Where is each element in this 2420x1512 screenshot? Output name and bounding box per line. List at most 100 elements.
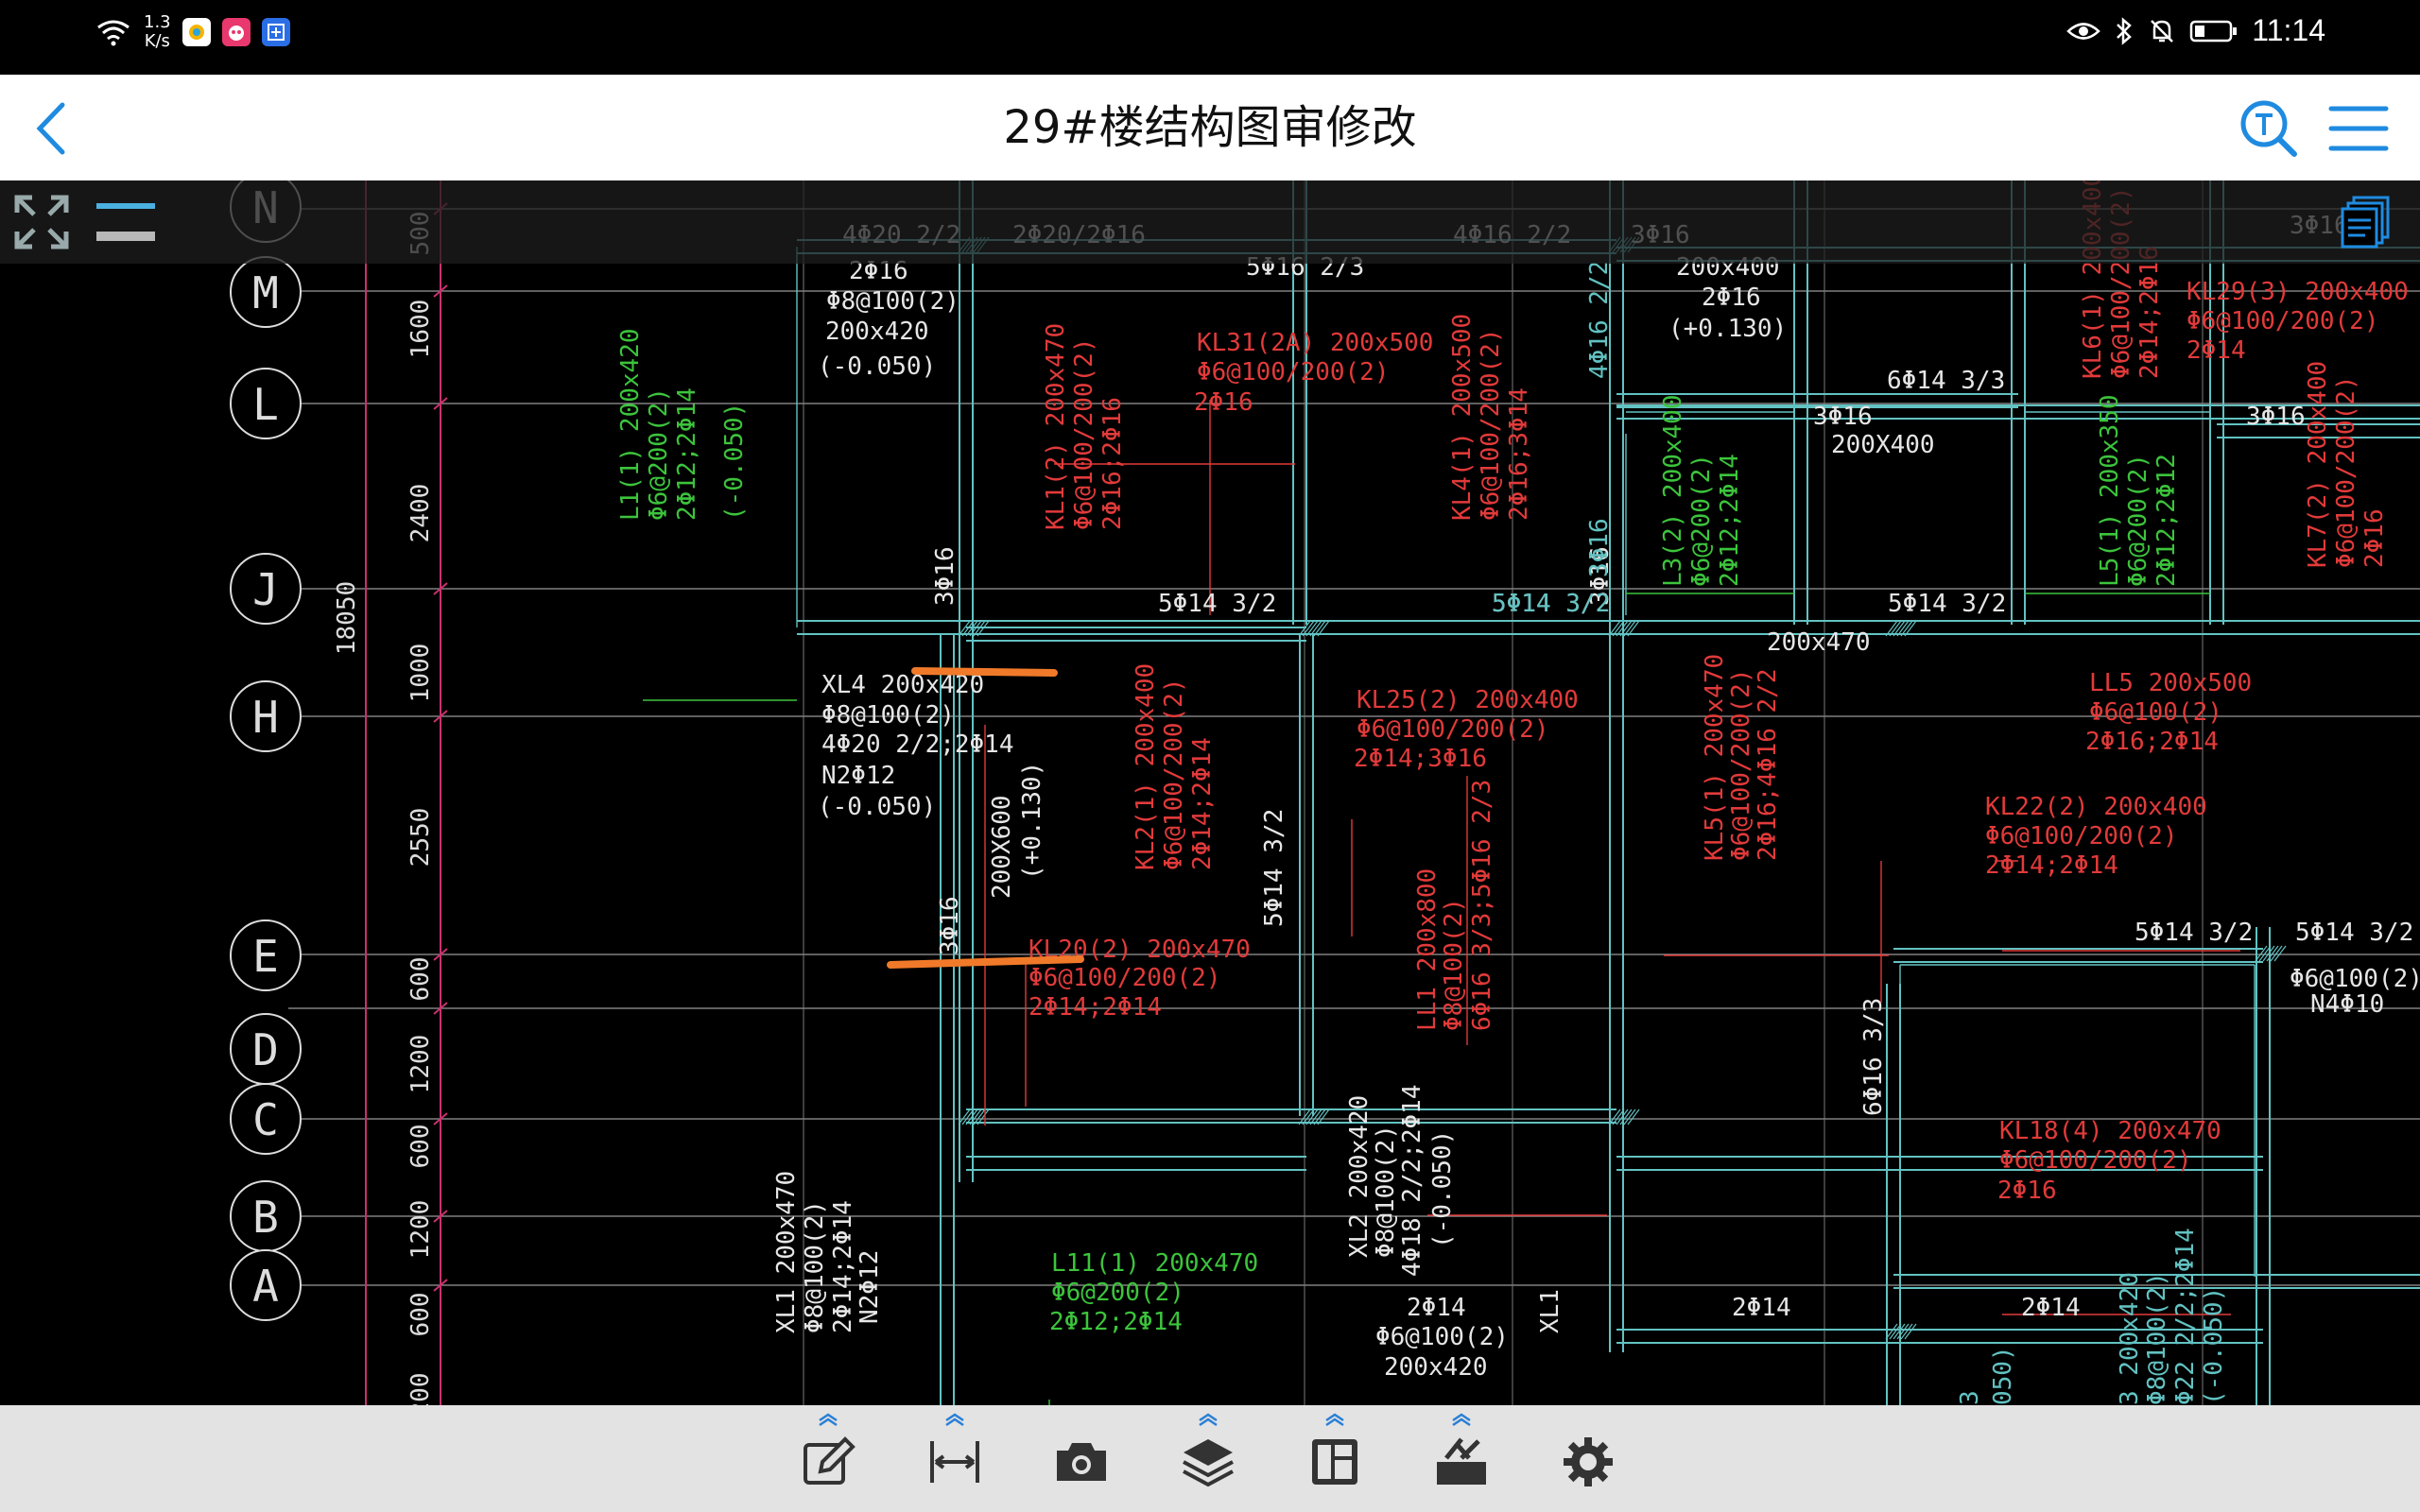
- red-annotation: LL5 200x500: [2089, 669, 2252, 697]
- white-annotation: 6Φ14 3/3: [1887, 367, 2005, 395]
- red-annotation: 2Φ16;4Φ16 2/2: [1754, 669, 1782, 862]
- toolbox-tool-button[interactable]: [1419, 1405, 1504, 1512]
- red-annotation: KL25(2) 200x400: [1357, 686, 1579, 714]
- red-annotation: Φ6@100/200(2): [1999, 1146, 2192, 1175]
- white-annotation: 3Φ16: [1813, 403, 1873, 431]
- red-annotation: Φ6@100/200(2): [1985, 822, 2178, 850]
- red-annotation: KL31(2A) 200x500: [1197, 329, 1433, 357]
- white-annotation: XL1 200x470: [772, 1171, 801, 1333]
- white-annotation: 6Φ16 3/3: [1859, 998, 1888, 1116]
- measure-tool-button[interactable]: [912, 1405, 997, 1512]
- mute-bell-icon: [2151, 19, 2174, 43]
- white-annotation: (+0.130): [1668, 315, 1787, 343]
- dimension-text: 1000: [406, 644, 435, 703]
- red-annotation: KL1(2) 200x470: [1042, 323, 1070, 530]
- misc-annotation: 4Φ16 2/2: [1585, 261, 1614, 379]
- red-annotation: 6Φ16 3/3;5Φ16 2/3: [1468, 780, 1496, 1031]
- misc-annotation: 5Φ14 3/2: [1492, 590, 1610, 618]
- red-annotation: 2Φ14;2Φ14: [1985, 851, 2118, 880]
- text-search-button[interactable]: [2236, 95, 2302, 162]
- white-annotation: 2Φ14: [2021, 1294, 2081, 1322]
- dimension-text: 600: [406, 957, 435, 1002]
- white-annotation: 3Φ16: [931, 546, 959, 606]
- white-annotation: 5Φ14 3/2: [1888, 590, 2006, 618]
- chevron-up-icon: [1199, 1413, 1218, 1426]
- camera-tool-button[interactable]: [1039, 1405, 1124, 1512]
- eye-comfort-icon: [2066, 22, 2101, 40]
- red-annotation: 2Φ16;2Φ16: [1098, 397, 1127, 530]
- white-annotation: 200x420: [825, 318, 929, 346]
- dimension-text: 1200: [406, 1035, 435, 1094]
- structural-plan[interactable]: NMLJHEDCBA 50016002400180501000255060012…: [0, 180, 2420, 1405]
- red-annotation: Φ6@100/200(2): [1028, 964, 1221, 992]
- red-annotation: KL2(1) 200x400: [1132, 663, 1160, 870]
- white-annotation: 4Φ18 2/2;2Φ14: [1398, 1085, 1426, 1278]
- green-annotation: 2Φ12;2Φ14: [1716, 454, 1744, 587]
- chevron-left-icon: [36, 102, 65, 155]
- red-annotation: Φ8@100(2): [1440, 898, 1468, 1031]
- white-annotation: 4Φ20 2/2;2Φ14: [821, 730, 1014, 759]
- red-annotation: KL29(3) 200x400: [2187, 278, 2409, 306]
- red-annotation: Φ6@100/200(2): [1160, 679, 1188, 871]
- red-annotation: 2Φ16;3Φ14: [1505, 387, 1533, 521]
- white-annotation: 2Φ14: [1407, 1294, 1466, 1322]
- white-annotation: (-0.050): [818, 793, 936, 821]
- green-annotation: 2Φ12;2Φ12: [2152, 454, 2181, 587]
- layer-toggle-button[interactable]: [95, 198, 157, 245]
- layout-tool-button[interactable]: [1292, 1405, 1377, 1512]
- red-annotation: 2Φ16: [1194, 388, 1253, 417]
- white-annotation: 5Φ14 3/2: [1158, 590, 1276, 618]
- dimension-text: 1200: [406, 1200, 435, 1260]
- menu-button[interactable]: [2325, 95, 2392, 162]
- white-annotation: 200X400: [1831, 431, 1935, 459]
- dimension-text: 1600: [406, 300, 435, 359]
- battery-icon: [2190, 20, 2238, 42]
- axis-label: E: [252, 931, 279, 982]
- dimension-text: 18050: [333, 581, 361, 655]
- wifi-icon: [97, 20, 130, 46]
- markup-line-1: [911, 667, 1058, 677]
- red-annotation: Φ6@100/200(2): [2332, 376, 2360, 569]
- white-annotation: Φ6@100(2): [1375, 1323, 1509, 1351]
- red-annotation: KL5(1) 200x470: [1701, 654, 1729, 861]
- red-annotation: 2Φ14: [2187, 336, 2246, 365]
- white-annotation: N2Φ12: [856, 1250, 884, 1324]
- white-annotation: 2Φ14: [1732, 1294, 1791, 1322]
- green-annotation: Φ6@200(2): [1051, 1279, 1184, 1307]
- red-annotation: 2Φ14;3Φ16: [1354, 745, 1487, 773]
- annotate-tool-button[interactable]: [786, 1405, 871, 1512]
- green-annotation: L5(1) 200x350: [2096, 395, 2124, 588]
- white-annotation: Φ8@100(2): [1372, 1125, 1400, 1258]
- white-annotation: 5Φ14 3/2: [1260, 809, 1288, 927]
- white-annotation: N4Φ10: [2310, 990, 2384, 1019]
- stacked-pages-icon: [2341, 196, 2390, 249]
- red-annotation: 2Φ14;2Φ14: [1028, 993, 1162, 1022]
- bottom-toolbar: [0, 1405, 2420, 1512]
- red-annotation: Φ6@100/200(2): [1197, 358, 1390, 387]
- edit-pen-icon: [804, 1436, 856, 1485]
- layers-icon: [1183, 1439, 1234, 1487]
- red-annotation: 2Φ16: [1997, 1177, 2057, 1205]
- expand-arrows-icon: [14, 195, 69, 249]
- status-left: 1.3 K/s: [95, 13, 290, 51]
- dimension-text: 2400: [406, 484, 435, 543]
- back-button[interactable]: [23, 95, 89, 162]
- white-annotation: Φ8@100(2): [826, 287, 959, 316]
- red-annotation: LL1 200x800: [1413, 868, 1442, 1031]
- cad-drawing-canvas[interactable]: NMLJHEDCBA 50016002400180501000255060012…: [0, 180, 2420, 1405]
- net-speed-unit: K/s: [144, 31, 170, 51]
- white-annotation: 200x470: [1767, 628, 1871, 657]
- hamburger-menu-icon: [2328, 106, 2389, 151]
- axis-bubbles: NMLJHEDCBA: [230, 180, 302, 1321]
- drawing-overlay-toolbar: [0, 180, 2420, 264]
- drawing-list-button[interactable]: [2337, 194, 2394, 250]
- red-annotation: KL22(2) 200x400: [1985, 793, 2207, 821]
- white-annotation: 2Φ16: [1702, 284, 1761, 312]
- fullscreen-button[interactable]: [11, 192, 72, 252]
- red-annotation: Φ6@100/200(2): [1477, 329, 1505, 522]
- layers-tool-button[interactable]: [1166, 1405, 1251, 1512]
- settings-tool-button[interactable]: [1546, 1405, 1631, 1512]
- dimension-labels: 5001600240018050100025506001200600120060…: [333, 212, 435, 1405]
- white-annotation: Φ8@100(2): [821, 701, 955, 730]
- white-annotation: Φ6@100(2): [2290, 965, 2420, 993]
